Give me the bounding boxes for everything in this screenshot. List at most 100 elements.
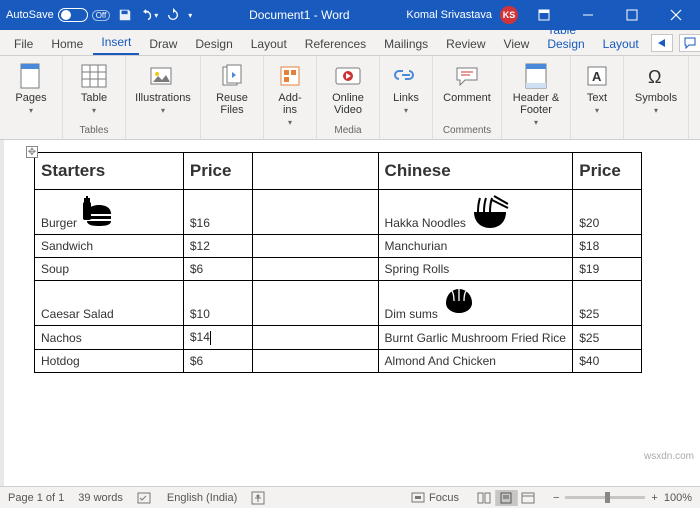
print-layout-icon[interactable] (495, 490, 517, 506)
redo-icon[interactable] (164, 6, 182, 24)
save-icon[interactable] (116, 6, 134, 24)
undo-icon[interactable]: ▾ (140, 6, 158, 24)
share-icon[interactable] (651, 34, 673, 52)
user-avatar[interactable]: KS (500, 6, 518, 24)
cell-price[interactable]: $20 (573, 190, 642, 235)
cell-price[interactable]: $10 (183, 281, 252, 326)
header-starters[interactable]: Starters (35, 153, 184, 190)
table-row[interactable]: Burger$16 Hakka Noodles$20 (35, 190, 642, 235)
spellcheck-icon[interactable] (137, 491, 153, 505)
tab-table-design[interactable]: Table Design (539, 19, 592, 55)
cell-name[interactable]: Hotdog (35, 349, 184, 372)
zoom-control[interactable]: − + 100% (553, 492, 692, 504)
accessibility-icon[interactable] (251, 491, 265, 505)
zoom-out-icon[interactable]: − (553, 492, 559, 504)
zoom-level[interactable]: 100% (664, 492, 692, 504)
close-icon[interactable] (658, 0, 694, 30)
cell-name[interactable]: Sandwich (35, 235, 184, 258)
comments-pane-icon[interactable] (679, 34, 700, 52)
reuse-files-icon (218, 62, 246, 90)
menu-table[interactable]: Starters Price Chinese Price Burger$16 Ha… (34, 152, 642, 373)
table-row[interactable]: Hotdog$6 Almond And Chicken$40 (35, 349, 642, 372)
header-chinese[interactable]: Chinese (378, 153, 573, 190)
cell-name[interactable]: Nachos (35, 326, 184, 350)
autosave-toggle[interactable]: AutoSave Off (6, 8, 110, 22)
cell-name[interactable]: Almond And Chicken (378, 349, 573, 372)
cell-name[interactable]: Dim sums (378, 281, 573, 326)
zoom-in-icon[interactable]: + (651, 492, 657, 504)
cell-price[interactable]: $16 (183, 190, 252, 235)
cell-name[interactable]: Burnt Garlic Mushroom Fried Rice (378, 326, 573, 350)
zoom-slider[interactable] (565, 496, 645, 499)
table-row[interactable]: Nachos$14 Burnt Garlic Mushroom Fried Ric… (35, 326, 642, 350)
autosave-state: Off (92, 10, 111, 21)
header-price-left[interactable]: Price (183, 153, 252, 190)
cell-name[interactable]: Spring Rolls (378, 258, 573, 281)
tab-design[interactable]: Design (187, 33, 240, 55)
toggle-off-icon (58, 8, 88, 22)
web-layout-icon[interactable] (517, 490, 539, 506)
table-icon (80, 62, 108, 90)
table-button[interactable]: Table▾ (69, 60, 119, 117)
table-header-row: Starters Price Chinese Price (35, 153, 642, 190)
tab-view[interactable]: View (496, 33, 538, 55)
cell-name[interactable]: Caesar Salad (35, 281, 184, 326)
text-button[interactable]: A Text▾ (577, 60, 617, 117)
maximize-icon[interactable] (614, 0, 650, 30)
cell-price[interactable]: $14 (183, 326, 252, 350)
status-language[interactable]: English (India) (167, 492, 237, 504)
addins-button[interactable]: Add- ins▾ (270, 60, 310, 129)
cell-name[interactable]: Manchurian (378, 235, 573, 258)
cell-price[interactable]: $6 (183, 258, 252, 281)
tab-references[interactable]: References (297, 33, 374, 55)
cell-price[interactable]: $40 (573, 349, 642, 372)
tab-insert[interactable]: Insert (93, 31, 139, 55)
title-bar: AutoSave Off ▾ ▾ Document1 - Word Komal … (0, 0, 700, 30)
links-icon (392, 62, 420, 90)
status-page[interactable]: Page 1 of 1 (8, 492, 64, 504)
header-footer-button[interactable]: Header & Footer▾ (508, 60, 564, 129)
focus-mode[interactable]: Focus (411, 492, 459, 504)
status-words[interactable]: 39 words (78, 492, 123, 504)
tab-table-layout[interactable]: Layout (595, 33, 647, 55)
document-area[interactable]: ✥ Starters Price Chinese Price Burger$16… (0, 140, 700, 486)
pages-icon (17, 62, 45, 90)
cell-name[interactable]: Soup (35, 258, 184, 281)
user-name[interactable]: Komal Srivastava (406, 9, 492, 21)
header-price-right[interactable]: Price (573, 153, 642, 190)
cell-price[interactable]: $25 (573, 326, 642, 350)
table-move-handle-icon[interactable]: ✥ (26, 146, 38, 158)
pages-button[interactable]: Pages▾ (6, 60, 56, 117)
symbols-icon: Ω (642, 62, 670, 90)
table-row[interactable]: Caesar Salad$10 Dim sums$25 (35, 281, 642, 326)
reuse-files-button[interactable]: Reuse Files (207, 60, 257, 118)
comment-icon (453, 62, 481, 90)
svg-text:Ω: Ω (648, 67, 661, 87)
cell-name[interactable]: Burger (35, 190, 184, 235)
ribbon-tabs: File Home Insert Draw Design Layout Refe… (0, 30, 700, 56)
illustrations-button[interactable]: Illustrations▾ (132, 60, 194, 117)
tab-home[interactable]: Home (43, 33, 91, 55)
read-mode-icon[interactable] (473, 490, 495, 506)
table-row[interactable]: Sandwich$12 Manchurian$18 (35, 235, 642, 258)
group-tables: Tables (69, 124, 119, 137)
cell-price[interactable]: $6 (183, 349, 252, 372)
cell-price[interactable]: $18 (573, 235, 642, 258)
table-row[interactable]: Soup$6 Spring Rolls$19 (35, 258, 642, 281)
window-title: Document1 - Word (192, 8, 406, 22)
cell-name[interactable]: Hakka Noodles (378, 190, 573, 235)
ribbon: Pages▾ Table▾ Tables Illustrations▾ Reus… (0, 56, 700, 140)
tab-mailings[interactable]: Mailings (376, 33, 436, 55)
comment-button[interactable]: Comment (439, 60, 495, 106)
tab-layout[interactable]: Layout (243, 33, 295, 55)
cell-price[interactable]: $12 (183, 235, 252, 258)
cell-price[interactable]: $25 (573, 281, 642, 326)
links-button[interactable]: Links▾ (386, 60, 426, 117)
tab-file[interactable]: File (6, 33, 41, 55)
tab-review[interactable]: Review (438, 33, 493, 55)
tab-draw[interactable]: Draw (141, 33, 185, 55)
online-video-button[interactable]: Online Video (323, 60, 373, 118)
addins-icon (276, 62, 304, 90)
cell-price[interactable]: $19 (573, 258, 642, 281)
symbols-button[interactable]: Ω Symbols▾ (630, 60, 682, 117)
